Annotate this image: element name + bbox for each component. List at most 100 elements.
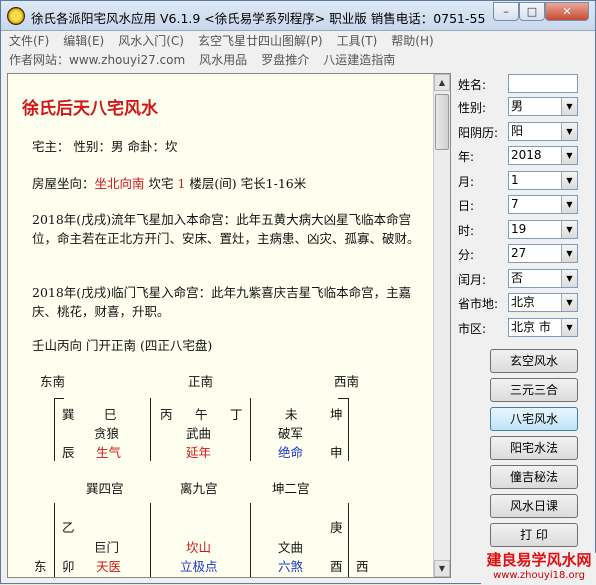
grid-line xyxy=(348,503,349,577)
c3-palace: 坤二宫 xyxy=(272,481,310,496)
direction-summary: 壬山丙向 门开正南 (四正八宅盘) xyxy=(32,338,213,353)
secret-method-button[interactable]: 僮吉秘法 xyxy=(490,465,578,489)
close-button[interactable]: ✕ xyxy=(545,2,589,21)
dir-west: 西 xyxy=(356,559,369,574)
grid-line xyxy=(250,503,251,577)
hour-label: 时: xyxy=(458,224,475,238)
grid-line xyxy=(348,398,349,461)
c2-a: 丙 xyxy=(160,407,173,422)
scroll-up-arrow-icon[interactable]: ▲ xyxy=(434,74,450,91)
city-select[interactable]: 北京 市 ▼ xyxy=(508,318,578,337)
menu-bar: 文件(F) 编辑(E) 风水入门(C) 玄空飞星廿四山图解(P) 工具(T) 帮助(H) xyxy=(9,32,448,50)
watermark-logo: 建良易学风水网 www.zhouyi18.org xyxy=(481,553,596,585)
report-panel[interactable]: 徐氏后天八宅风水 宅主： 性别：男 命卦：坎 房屋坐向：坐北向南 坎宅 1 楼层… xyxy=(7,73,451,578)
day-select[interactable]: 7 ▼ xyxy=(508,195,578,214)
name-label: 姓名: xyxy=(458,78,487,92)
c2-c: 丁 xyxy=(230,407,243,422)
vertical-scrollbar[interactable]: ▲ ▼ xyxy=(433,74,450,577)
print-button[interactable]: 打 印 xyxy=(490,523,578,547)
author-site-link[interactable]: 作者网站：www.zhouyi27.com xyxy=(9,53,185,67)
minute-select[interactable]: 27 ▼ xyxy=(508,244,578,263)
c6-a: 庚 xyxy=(330,520,343,535)
c2-star: 武曲 xyxy=(186,426,212,441)
chevron-down-icon[interactable]: ▼ xyxy=(561,221,577,238)
minute-label: 分: xyxy=(458,248,475,262)
scroll-down-arrow-icon[interactable]: ▼ xyxy=(434,560,450,577)
sex-select[interactable]: 男 ▼ xyxy=(508,97,578,116)
chevron-down-icon[interactable]: ▼ xyxy=(561,123,577,140)
menu-flying-star[interactable]: 玄空飞星廿四山图解(P) xyxy=(198,34,323,48)
c6-shen: 六煞 xyxy=(278,559,304,574)
chevron-down-icon[interactable]: ▼ xyxy=(561,270,577,287)
c3-a: 未 xyxy=(285,407,298,422)
chevron-down-icon[interactable]: ▼ xyxy=(561,245,577,262)
grid-line xyxy=(150,398,151,461)
year-select[interactable]: 2018 ▼ xyxy=(508,146,578,165)
menu-file[interactable]: 文件(F) xyxy=(9,34,49,48)
grid-line xyxy=(338,398,348,399)
menu-fengshui-intro[interactable]: 风水入门(C) xyxy=(118,34,184,48)
chevron-down-icon[interactable]: ▼ xyxy=(561,196,577,213)
watermark-url: www.zhouyi18.org xyxy=(493,570,585,581)
province-select[interactable]: 北京 ▼ xyxy=(508,293,578,312)
chevron-down-icon[interactable]: ▼ xyxy=(561,147,577,164)
grid-line xyxy=(54,398,64,399)
bazhai-chart: 东南 正南 西南 巽 巳 贪狼 辰 生气 丙 午 丁 武曲 延年 未 坤 破军 … xyxy=(30,371,450,577)
title-bar[interactable]: 徐氏各派阳宅风水应用 V6.1.9 <徐氏易学系列程序> 职业版 销售电话：07… xyxy=(1,1,595,31)
water-method-button[interactable]: 阳宅水法 xyxy=(490,436,578,460)
day-label: 日: xyxy=(458,199,475,213)
name-field[interactable] xyxy=(508,74,578,93)
hour-select[interactable]: 19 ▼ xyxy=(508,220,578,239)
chevron-down-icon[interactable]: ▼ xyxy=(561,294,577,311)
report-heading: 徐氏后天八宅风水 xyxy=(22,99,158,119)
c3-b: 坤 xyxy=(330,407,343,422)
chevron-down-icon[interactable]: ▼ xyxy=(561,98,577,115)
c6-star: 文曲 xyxy=(278,540,304,555)
window-title: 徐氏各派阳宅风水应用 V6.1.9 <徐氏易学系列程序> 职业版 销售电话：07… xyxy=(31,11,486,26)
compass-link[interactable]: 罗盘推介 xyxy=(261,53,309,67)
chevron-down-icon[interactable]: ▼ xyxy=(561,319,577,336)
dir-south: 正南 xyxy=(188,374,214,389)
dir-east: 东 xyxy=(34,559,47,574)
c3-star: 破军 xyxy=(278,426,304,441)
grid-line xyxy=(54,398,55,461)
c3-side: 申 xyxy=(330,445,343,460)
month-select[interactable]: 1 ▼ xyxy=(508,171,578,190)
bazhai-button[interactable]: 八宅风水 xyxy=(490,407,578,431)
xuankong-button[interactable]: 玄空风水 xyxy=(490,349,578,373)
dir-southwest: 西南 xyxy=(334,374,360,389)
menu-edit[interactable]: 编辑(E) xyxy=(63,34,104,48)
grid-line xyxy=(150,503,151,577)
sanyuan-button[interactable]: 三元三合 xyxy=(490,378,578,402)
c1-shen: 生气 xyxy=(96,445,122,460)
c4-shen: 天医 xyxy=(96,559,122,574)
menu-tools[interactable]: 工具(T) xyxy=(337,34,378,48)
menu-help[interactable]: 帮助(H) xyxy=(391,34,433,48)
fengshui-goods-link[interactable]: 风水用品 xyxy=(199,53,247,67)
app-window: 徐氏各派阳宅风水应用 V6.1.9 <徐氏易学系列程序> 职业版 销售电话：07… xyxy=(0,0,596,585)
c2-b: 午 xyxy=(195,407,208,422)
c5-shen: 立极点 xyxy=(180,559,218,574)
daily-schedule-button[interactable]: 风水日课 xyxy=(490,494,578,518)
scroll-thumb[interactable] xyxy=(435,94,449,150)
maximize-button[interactable]: □ xyxy=(519,2,545,21)
chevron-down-icon[interactable]: ▼ xyxy=(561,172,577,189)
leap-month-label: 闰月: xyxy=(458,273,487,287)
year-label: 年: xyxy=(458,150,475,164)
leap-month-select[interactable]: 否 ▼ xyxy=(508,269,578,288)
c1-branch: 巳 xyxy=(104,407,117,422)
c1-palace: 巽四宫 xyxy=(86,481,124,496)
c6-b: 酉 xyxy=(330,559,343,574)
input-sidebar: 姓名: 性别: 男 ▼ 阳阴历: 阳 ▼ 年: 2018 ▼ 月: 1 ▼ 日: 7 ▼ … xyxy=(458,73,592,573)
calendar-label: 阳阴历: xyxy=(458,126,499,140)
dir-southeast: 东南 xyxy=(40,374,66,389)
grid-line xyxy=(250,398,251,461)
province-label: 省市地: xyxy=(458,297,499,311)
minimize-button[interactable]: – xyxy=(493,2,519,21)
c1-gua: 巽 xyxy=(62,407,75,422)
c2-palace: 离九宫 xyxy=(180,481,218,496)
calendar-select[interactable]: 阳 ▼ xyxy=(508,122,578,141)
build-guide-link[interactable]: 八运建造指南 xyxy=(323,53,395,67)
watermark-title: 建良易学风水网 xyxy=(486,551,592,569)
owner-line: 宅主： 性别：男 命卦：坎 xyxy=(32,139,178,154)
